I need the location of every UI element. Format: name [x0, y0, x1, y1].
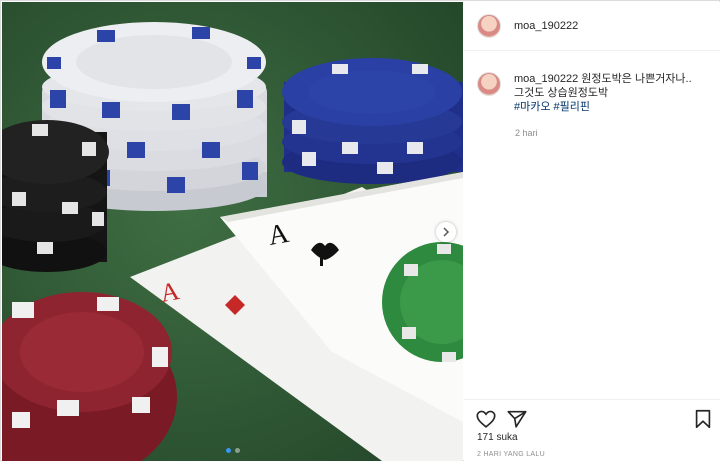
post-sidebar: moa_190222 moa_190222 원정도박은 나쁜거자나.. 그것도 …	[464, 2, 720, 461]
caption-line-2: 그것도 상습원정도박	[514, 87, 609, 99]
hashtag-link[interactable]: #마카오	[514, 101, 550, 113]
post-header: moa_190222	[464, 2, 720, 51]
comment-age: 2 hari	[515, 128, 538, 138]
hashtag-link[interactable]: #필리핀	[554, 101, 590, 113]
caption-avatar[interactable]	[477, 72, 501, 96]
caption-comment: moa_190222 원정도박은 나쁜거자나.. 그것도 상습원정도박 #마카오…	[477, 72, 712, 114]
paper-plane-icon[interactable]	[506, 408, 528, 430]
post-dialog: A A moa_190222 moa_190222 원정도박은 나쁜거자나.. …	[0, 0, 720, 461]
poker-chips-and-aces-photo: A A	[2, 2, 463, 461]
bookmark-icon[interactable]	[692, 408, 714, 430]
caption-body: moa_190222 원정도박은 나쁜거자나.. 그것도 상습원정도박 #마카오…	[514, 72, 692, 114]
chevron-right-icon	[443, 227, 450, 237]
heart-icon[interactable]	[475, 408, 497, 430]
next-slide-button[interactable]	[436, 222, 456, 242]
carousel-dot-2	[235, 448, 240, 453]
caption-username[interactable]: moa_190222	[514, 73, 578, 85]
carousel-indicator	[226, 448, 240, 453]
avatar[interactable]	[477, 14, 501, 38]
post-image[interactable]: A A	[2, 2, 463, 461]
header-username[interactable]: moa_190222	[514, 20, 578, 32]
post-actions: 171 suka 2 HARI YANG LALU	[464, 399, 720, 461]
carousel-dot-1	[226, 448, 231, 453]
posted-time[interactable]: 2 HARI YANG LALU	[477, 451, 545, 458]
like-count[interactable]: 171 suka	[477, 432, 518, 443]
caption-line-1: 원정도박은 나쁜거자나..	[581, 73, 692, 85]
